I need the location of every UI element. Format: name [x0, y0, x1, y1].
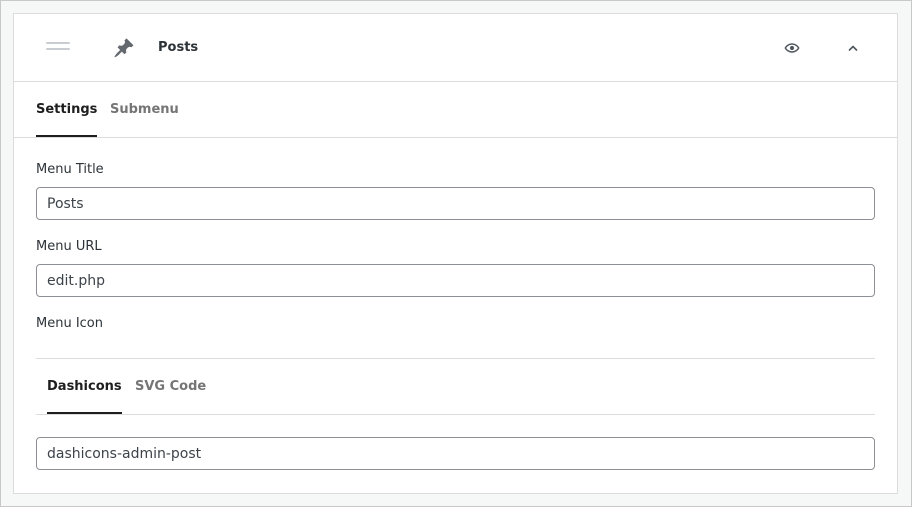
menu-item-title: Posts	[158, 40, 199, 55]
menu-url-label: Menu URL	[36, 239, 102, 254]
icon-source-tabs: Dashicons SVG Code	[36, 367, 875, 415]
menu-title-input[interactable]	[36, 187, 875, 220]
window-frame: Posts Settings Submenu Menu Title Menu U…	[0, 0, 912, 507]
drag-handle-icon[interactable]	[46, 42, 70, 54]
tab-settings[interactable]: Settings	[36, 82, 98, 137]
menu-item-panel: Posts Settings Submenu Menu Title Menu U…	[13, 13, 898, 494]
pin-icon	[113, 37, 135, 59]
chevron-up-icon[interactable]	[845, 40, 861, 56]
menu-item-header[interactable]: Posts	[14, 14, 897, 82]
drag-handle-line	[46, 48, 70, 50]
section-divider	[36, 358, 875, 359]
tab-submenu[interactable]: Submenu	[110, 82, 179, 135]
tab-dashicons[interactable]: Dashicons	[47, 367, 122, 414]
menu-title-label: Menu Title	[36, 162, 104, 177]
menu-url-input[interactable]	[36, 264, 875, 297]
eye-icon[interactable]	[784, 40, 800, 56]
drag-handle-line	[46, 42, 70, 44]
dashicon-class-input[interactable]	[36, 437, 875, 470]
tab-svg-code[interactable]: SVG Code	[135, 367, 206, 412]
settings-tabs: Settings Submenu	[14, 82, 897, 138]
menu-icon-label: Menu Icon	[36, 316, 103, 331]
